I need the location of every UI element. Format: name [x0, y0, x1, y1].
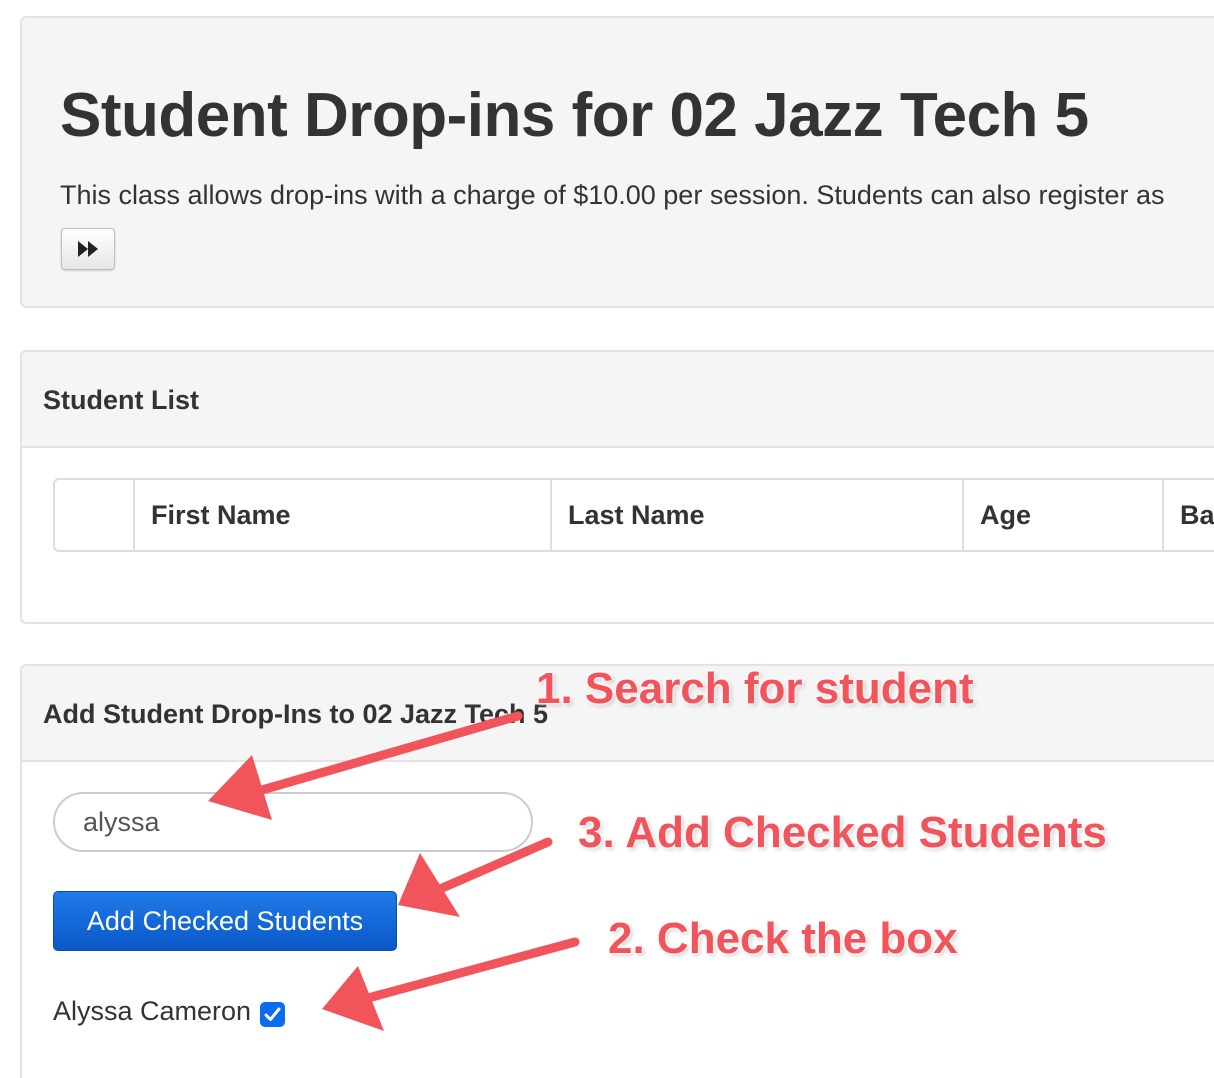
class-description: This class allows drop-ins with a charge… — [60, 180, 1165, 210]
column-header-select — [55, 480, 135, 550]
column-header-balance[interactable]: Ba — [1162, 480, 1214, 550]
student-search-input[interactable] — [53, 792, 533, 852]
annotation-step-3: 3. Add Checked Students — [578, 808, 1107, 857]
student-name: Alyssa Cameron — [53, 996, 252, 1026]
fast-forward-icon — [78, 241, 98, 257]
fast-forward-button[interactable] — [61, 228, 115, 270]
column-header-age[interactable]: Age — [962, 480, 1164, 550]
page-title: Student Drop-ins for 02 Jazz Tech 5 — [60, 81, 1089, 150]
student-list-panel: Student List First Name Last Name Age Ba — [20, 350, 1214, 624]
student-checkbox[interactable] — [260, 1002, 286, 1027]
class-header: Student Drop-ins for 02 Jazz Tech 5 This… — [20, 16, 1214, 308]
panel-title: Student List — [43, 385, 199, 415]
annotation-step-2: 2. Check the box — [608, 914, 958, 963]
student-table: First Name Last Name Age Ba — [53, 478, 1214, 552]
search-result-item: Alyssa Cameron — [53, 996, 286, 1027]
column-header-last-name[interactable]: Last Name — [550, 480, 964, 550]
panel-title: Add Student Drop-Ins to 02 Jazz Tech 5 — [43, 699, 549, 729]
add-dropins-panel: Add Student Drop-Ins to 02 Jazz Tech 5 A… — [20, 664, 1214, 1078]
page: Student Drop-ins for 02 Jazz Tech 5 This… — [0, 0, 1214, 1078]
panel-heading: Student List — [22, 352, 1214, 448]
column-header-first-name[interactable]: First Name — [133, 480, 552, 550]
checkmark-icon — [264, 1007, 281, 1021]
add-checked-students-button[interactable]: Add Checked Students — [53, 891, 397, 951]
annotation-step-1: 1. Search for student — [536, 664, 974, 713]
